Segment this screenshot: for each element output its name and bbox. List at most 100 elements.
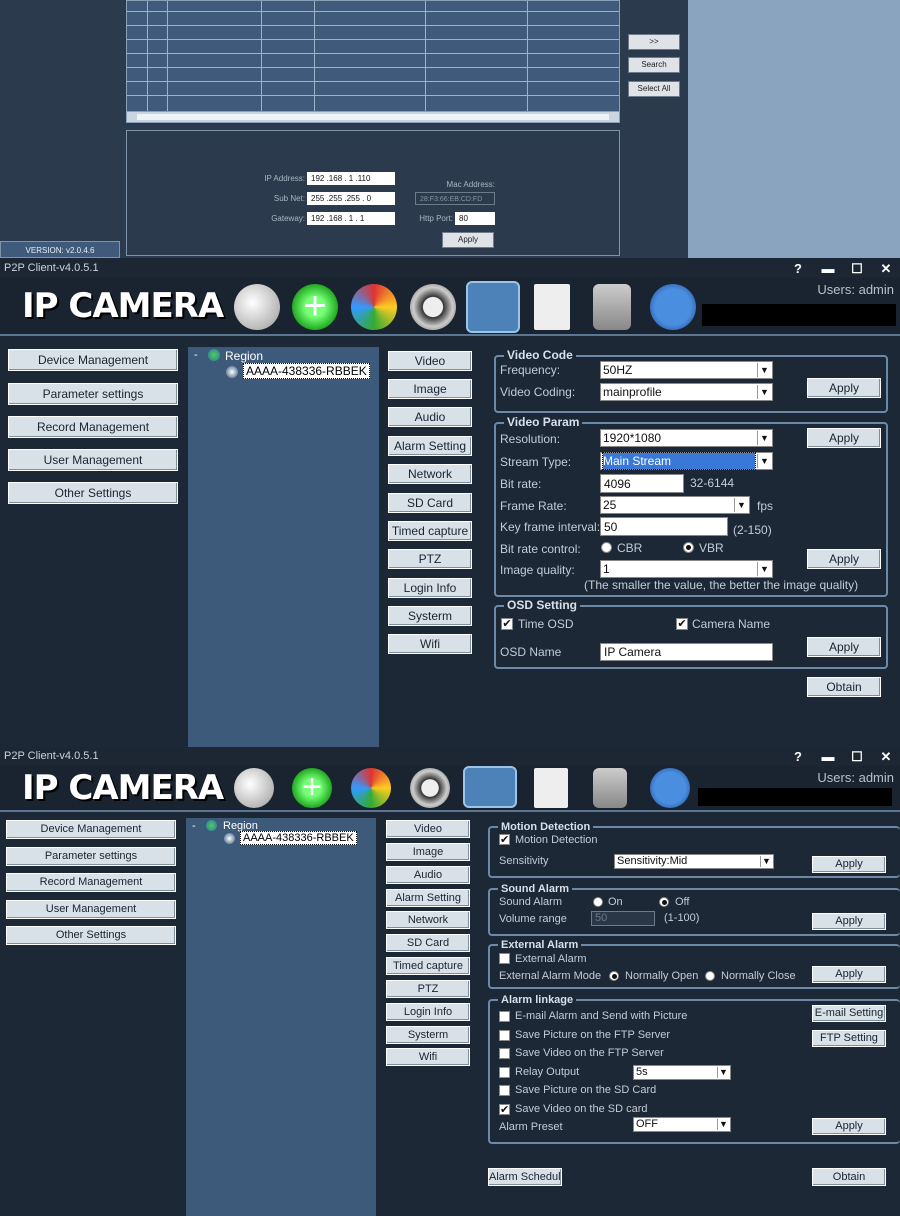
tree-collapse-icon[interactable]: - [194,349,198,361]
close-button[interactable]: ✕ [874,259,898,278]
lock-icon[interactable] [593,768,627,808]
nav-device-management-2[interactable]: Device Management [6,820,176,839]
relay-output-checkbox[interactable] [499,1067,510,1078]
help-button-2[interactable]: ? [786,747,810,766]
tab-wifi-2[interactable]: Wifi [386,1048,470,1066]
power-icon[interactable] [650,768,690,808]
tab-timed-capture[interactable]: Timed capture [388,521,472,541]
nav-user-management[interactable]: User Management [8,449,178,471]
add-device-icon[interactable]: + [292,768,332,808]
tab-image[interactable]: Image [388,379,472,399]
ftp-video-checkbox[interactable] [499,1048,510,1059]
gateway-field[interactable]: 192 .168 . 1 . 1 [307,212,395,225]
email-setting-button[interactable]: E-mail Setting [812,1005,886,1022]
bitrate-input[interactable]: 4096 [600,474,684,493]
alarm-schedule-button[interactable]: Alarm Schedule [488,1168,562,1186]
alarm-obtain-button[interactable]: Obtain [812,1168,886,1186]
tab-network[interactable]: Network [388,464,472,484]
tab-system[interactable]: Systerm [388,606,472,626]
volume-input[interactable]: 50 [591,911,655,926]
relay-output-select[interactable]: 5s ▼ [633,1065,731,1080]
maximize-button-2[interactable]: ☐ [845,747,869,766]
tab-audio-2[interactable]: Audio [386,866,470,884]
search-button[interactable]: Search [628,57,680,73]
lock-icon[interactable] [593,284,631,330]
external-alarm-checkbox[interactable] [499,953,510,964]
nav-user-management-2[interactable]: User Management [6,900,176,919]
ptz-icon[interactable] [410,768,450,808]
frequency-select[interactable]: 50HZ ▼ [600,361,773,379]
external-apply-button[interactable]: Apply [812,966,886,983]
tree-device-item[interactable]: AAAA-438336-RBBEK [243,363,370,379]
log-icon[interactable] [534,768,568,808]
param-apply-button[interactable]: Apply [807,549,881,569]
scrollbar-thumb[interactable] [137,114,609,120]
stream-type-select[interactable]: Main Stream ▼ [600,452,773,470]
network-apply-button[interactable]: Apply [442,232,494,248]
tab-alarm-setting[interactable]: Alarm Setting [388,436,472,456]
tab-audio[interactable]: Audio [388,407,472,427]
http-port-field[interactable]: 80 [455,212,495,225]
nav-parameter-settings-2[interactable]: Parameter settings [6,847,176,866]
motion-apply-button[interactable]: Apply [812,856,886,873]
power-icon[interactable] [650,284,696,330]
add-device-icon[interactable]: + [292,284,338,330]
sound-apply-button[interactable]: Apply [812,913,886,930]
sound-on-radio[interactable] [593,897,603,907]
vbr-radio[interactable] [683,542,694,553]
sd-picture-checkbox[interactable] [499,1085,510,1096]
tree-root-label[interactable]: Region [225,349,263,363]
tab-image-2[interactable]: Image [386,843,470,861]
table-horizontal-scrollbar[interactable] [126,111,620,123]
minimize-button-2[interactable]: ▬ [816,747,840,766]
maximize-button[interactable]: ☐ [845,259,869,278]
alarm-preset-select[interactable]: OFF ▼ [633,1117,731,1132]
playback-icon[interactable] [351,284,397,330]
tree-device-item-2[interactable]: AAAA-438336-RBBEK [240,831,357,845]
tab-login-info-2[interactable]: Login Info [386,1003,470,1021]
time-osd-checkbox[interactable]: ✔ [501,618,513,630]
camera-icon[interactable] [234,284,280,330]
camera-icon[interactable] [234,768,274,808]
normally-close-radio[interactable] [705,971,715,981]
settings-gear-icon[interactable] [466,281,520,333]
device-list-table[interactable] [126,0,620,112]
key-frame-input[interactable]: 50 [600,517,728,536]
tab-video-2[interactable]: Video [386,820,470,838]
ftp-picture-checkbox[interactable] [499,1030,510,1041]
help-button[interactable]: ? [786,259,810,278]
tab-ptz-2[interactable]: PTZ [386,980,470,998]
linkage-apply-button[interactable]: Apply [812,1118,886,1135]
subnet-field[interactable]: 255 .255 .255 . 0 [307,192,395,205]
tab-sd-card[interactable]: SD Card [388,493,472,513]
nav-record-management[interactable]: Record Management [8,416,178,438]
video-coding-select[interactable]: mainprofile ▼ [600,383,773,401]
tree-collapse-icon[interactable]: - [192,820,196,832]
tab-video[interactable]: Video [388,351,472,371]
image-quality-select[interactable]: 1 ▼ [600,560,773,578]
osd-name-input[interactable]: IP Camera [600,643,773,661]
resolution-select[interactable]: 1920*1080 ▼ [600,429,773,447]
email-alarm-checkbox[interactable] [499,1011,510,1022]
nav-other-settings[interactable]: Other Settings [8,482,178,504]
sd-video-checkbox[interactable]: ✔ [499,1104,510,1116]
resolution-apply-button[interactable]: Apply [807,428,881,448]
tab-system-2[interactable]: Systerm [386,1026,470,1044]
add-arrow-button[interactable]: >> [628,34,680,50]
playback-icon[interactable] [351,768,391,808]
tab-ptz[interactable]: PTZ [388,549,472,569]
video-obtain-button[interactable]: Obtain [807,677,881,697]
tab-sd-card-2[interactable]: SD Card [386,934,470,952]
frame-rate-select[interactable]: 25 ▼ [600,496,750,514]
sensitivity-select[interactable]: Sensitivity:Mid ▼ [614,854,774,869]
video-code-apply-button[interactable]: Apply [807,378,881,398]
ip-address-field[interactable]: 192 .168 . 1 .110 [307,172,395,185]
tab-network-2[interactable]: Network [386,911,470,929]
normally-open-radio[interactable] [609,971,619,981]
tab-wifi[interactable]: Wifi [388,634,472,654]
tab-alarm-setting-2[interactable]: Alarm Setting [386,889,470,907]
osd-apply-button[interactable]: Apply [807,637,881,657]
log-icon[interactable] [534,284,570,330]
nav-other-settings-2[interactable]: Other Settings [6,926,176,945]
ptz-icon[interactable] [410,284,456,330]
